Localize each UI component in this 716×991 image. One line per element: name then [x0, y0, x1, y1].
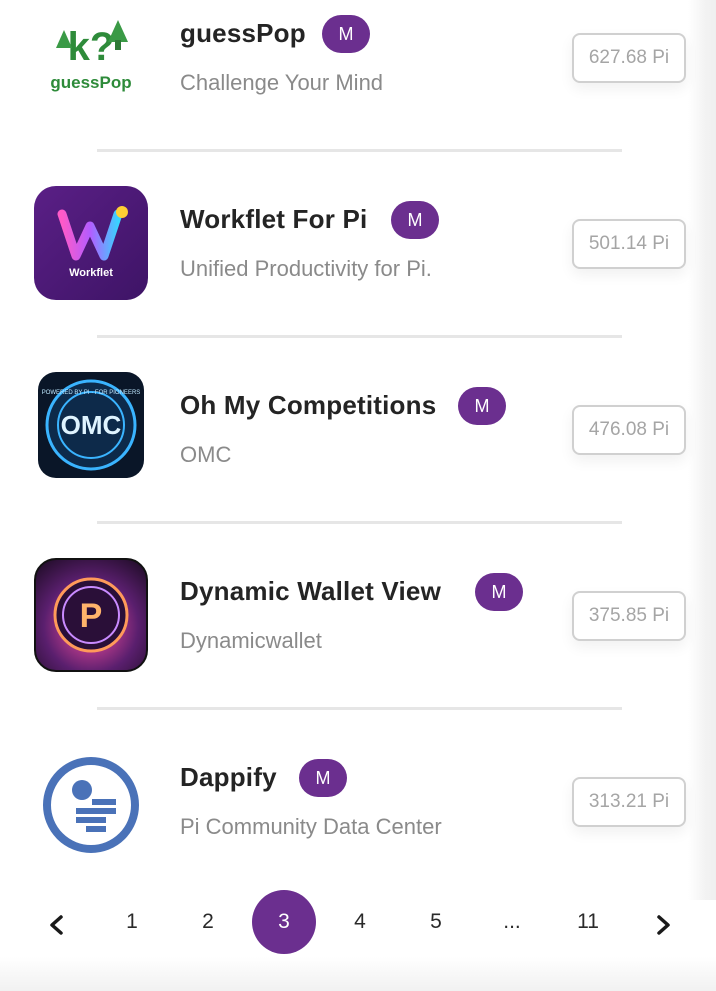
bottom-shadow — [0, 957, 716, 991]
omc-ring-text: POWERED BY PI · FOR PIONEERS — [42, 390, 141, 396]
app-row-dynamic-wallet[interactable]: P Dynamic Wallet View M Dynamicwallet 37… — [0, 536, 690, 722]
page-4-button[interactable]: 4 — [328, 890, 392, 954]
page-11-button[interactable]: 11 — [556, 890, 620, 954]
workflet-logo-text: Workflet — [69, 267, 113, 279]
page-1-button[interactable]: 1 — [100, 890, 164, 954]
mainnet-badge: M — [475, 573, 523, 611]
app-subtitle: Unified Productivity for Pi. — [180, 256, 432, 281]
workflet-app-icon: Workflet — [34, 186, 148, 300]
app-row-workflet[interactable]: Workflet Workflet For Pi M Unified Produ… — [0, 164, 690, 350]
price-button[interactable]: 627.68 Pi — [572, 33, 686, 83]
omc-app-icon: OMC POWERED BY PI · FOR PIONEERS — [38, 372, 144, 478]
chevron-right-icon[interactable] — [632, 890, 696, 954]
scroll-shadow — [688, 0, 716, 900]
row-divider — [97, 149, 622, 152]
mainnet-badge: M — [299, 759, 347, 797]
dynamic-wallet-app-icon: P — [34, 558, 148, 672]
app-subtitle: Pi Community Data Center — [180, 814, 442, 839]
dappify-app-icon — [34, 744, 148, 858]
mainnet-badge: M — [391, 201, 439, 239]
row-divider — [97, 707, 622, 710]
app-name: Dynamic Wallet View — [180, 576, 442, 606]
app-subtitle: Challenge Your Mind — [180, 70, 384, 95]
row-divider — [97, 335, 622, 338]
app-row-guesspop[interactable]: k? guessPop guessPop M Challenge Your Mi… — [0, 0, 690, 164]
app-name: Workflet For Pi — [180, 204, 368, 234]
app-name: Oh My Competitions — [180, 390, 437, 420]
pagination: 1 2 3 4 5 ... 11 — [0, 890, 716, 958]
price-button[interactable]: 375.85 Pi — [572, 591, 686, 641]
app-row-dappify[interactable]: Dappify M Pi Community Data Center 313.2… — [0, 722, 690, 908]
page-ellipsis: ... — [503, 910, 521, 933]
app-row-omc[interactable]: OMC POWERED BY PI · FOR PIONEERS Oh My C… — [0, 350, 690, 536]
app-name: Dappify — [180, 762, 277, 792]
app-subtitle: Dynamicwallet — [180, 628, 322, 653]
price-button[interactable]: 501.14 Pi — [572, 219, 686, 269]
guesspop-logo-text: guessPop — [50, 73, 131, 92]
page-2-button[interactable]: 2 — [176, 890, 240, 954]
row-divider — [97, 521, 622, 524]
mainnet-badge: M — [458, 387, 506, 425]
page-3-button[interactable]: 3 — [252, 890, 316, 954]
mainnet-badge: M — [322, 15, 370, 53]
omc-logo-text: OMC — [61, 410, 122, 440]
guesspop-app-icon: k? guessPop — [34, 0, 148, 114]
svg-text:k?: k? — [68, 25, 115, 69]
app-subtitle: OMC — [180, 442, 232, 467]
dynamic-wallet-logo-text: P — [80, 597, 103, 635]
chevron-left-icon[interactable] — [24, 890, 88, 954]
page-5-button[interactable]: 5 — [404, 890, 468, 954]
price-button[interactable]: 476.08 Pi — [572, 405, 686, 455]
app-name: guessPop — [180, 18, 306, 48]
price-button[interactable]: 313.21 Pi — [572, 777, 686, 827]
